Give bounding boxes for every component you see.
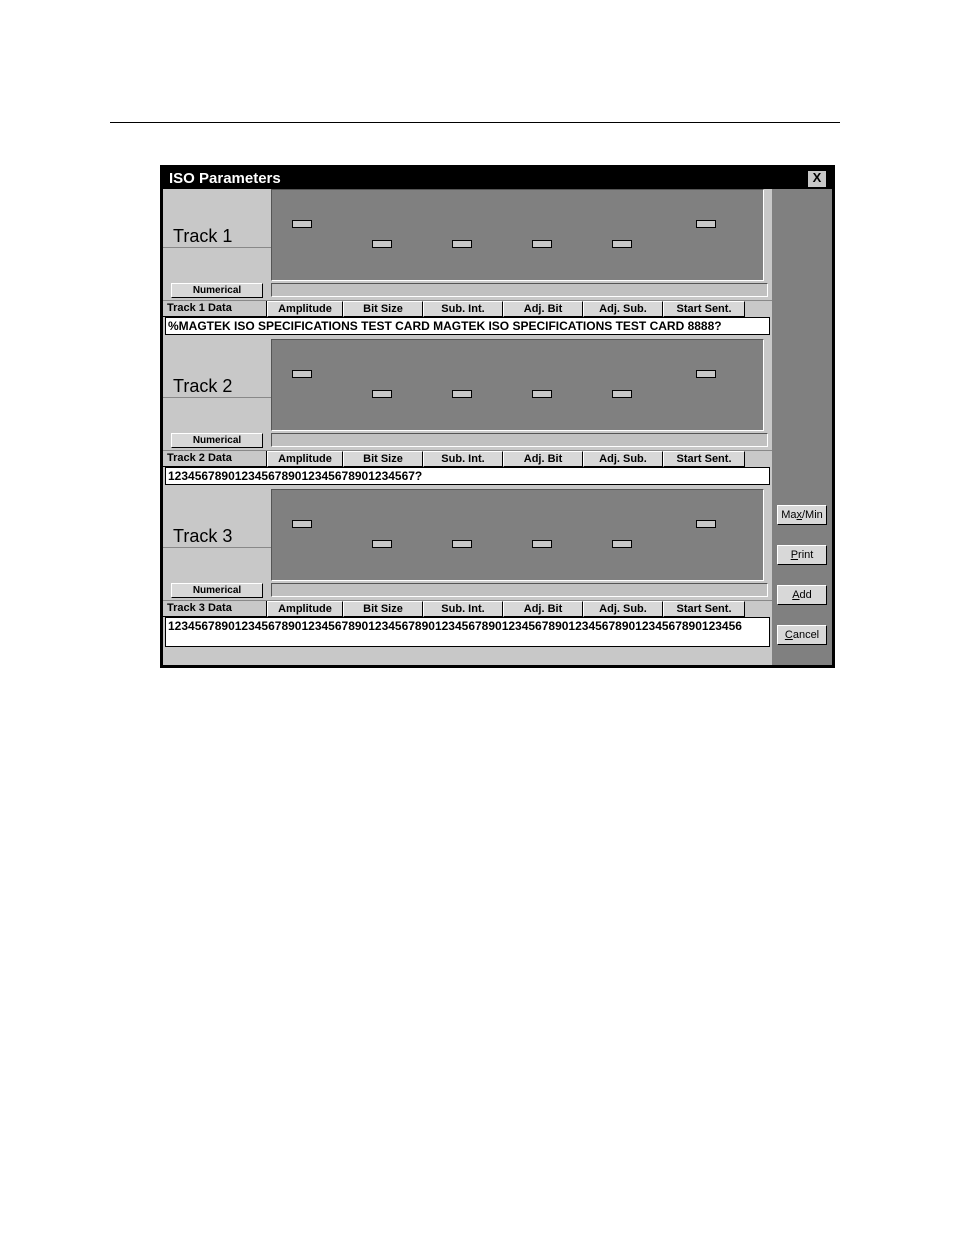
- graph-marker: [532, 240, 552, 248]
- graph-marker: [292, 220, 312, 228]
- col-sub-int[interactable]: Sub. Int.: [423, 301, 503, 317]
- graph-marker: [292, 370, 312, 378]
- col-bit-size[interactable]: Bit Size: [343, 301, 423, 317]
- add-button[interactable]: Add: [777, 585, 827, 605]
- graph-marker: [372, 390, 392, 398]
- col-bit-size[interactable]: Bit Size: [343, 601, 423, 617]
- print-button[interactable]: Print: [777, 545, 827, 565]
- numerical-button-1[interactable]: Numerical: [171, 283, 263, 298]
- dialog-title: ISO Parameters: [169, 170, 281, 187]
- graph-marker: [696, 220, 716, 228]
- col-track-2-data: Track 2 Data: [163, 451, 267, 467]
- track-1-title: Track 1: [163, 222, 271, 248]
- col-adj-sub[interactable]: Adj. Sub.: [583, 601, 663, 617]
- numerical-button-2[interactable]: Numerical: [171, 433, 263, 448]
- header-rule: [110, 122, 840, 123]
- col-adj-sub[interactable]: Adj. Sub.: [583, 301, 663, 317]
- track-3-strip: [271, 583, 768, 597]
- track-3-title: Track 3: [163, 522, 271, 548]
- track-1-strip: [271, 283, 768, 297]
- track-2-headers: Track 2 Data Amplitude Bit Size Sub. Int…: [163, 450, 772, 467]
- t: rint: [798, 549, 813, 561]
- track-1-graph: [271, 189, 764, 281]
- col-adj-sub[interactable]: Adj. Sub.: [583, 451, 663, 467]
- graph-marker: [696, 520, 716, 528]
- col-amplitude[interactable]: Amplitude: [267, 301, 343, 317]
- track-2-strip: [271, 433, 768, 447]
- graph-marker: [612, 240, 632, 248]
- t: dd: [800, 589, 812, 601]
- track-3-headers: Track 3 Data Amplitude Bit Size Sub. Int…: [163, 600, 772, 617]
- col-adj-bit[interactable]: Adj. Bit: [503, 301, 583, 317]
- graph-marker: [292, 520, 312, 528]
- col-start-sent[interactable]: Start Sent.: [663, 301, 745, 317]
- col-start-sent[interactable]: Start Sent.: [663, 451, 745, 467]
- track-1-headers: Track 1 Data Amplitude Bit Size Sub. Int…: [163, 300, 772, 317]
- graph-marker: [452, 240, 472, 248]
- track-1-data: %MAGTEK ISO SPECIFICATIONS TEST CARD MAG…: [165, 317, 770, 335]
- main-panel: Track 1 Numerical: [163, 189, 772, 665]
- t: A: [792, 589, 799, 601]
- col-adj-bit[interactable]: Adj. Bit: [503, 601, 583, 617]
- col-start-sent[interactable]: Start Sent.: [663, 601, 745, 617]
- col-track-1-data: Track 1 Data: [163, 301, 267, 317]
- numerical-button-3[interactable]: Numerical: [171, 583, 263, 598]
- col-sub-int[interactable]: Sub. Int.: [423, 601, 503, 617]
- track-3-data: 1234567890123456789012345678901234567890…: [165, 617, 770, 647]
- track-2-graph: [271, 339, 764, 431]
- col-bit-size[interactable]: Bit Size: [343, 451, 423, 467]
- close-button[interactable]: X: [808, 171, 826, 187]
- graph-marker: [696, 370, 716, 378]
- track-2-title: Track 2: [163, 372, 271, 398]
- col-amplitude[interactable]: Amplitude: [267, 601, 343, 617]
- col-sub-int[interactable]: Sub. Int.: [423, 451, 503, 467]
- t: ancel: [793, 629, 819, 641]
- side-panel: Max/Min Print Add Cancel: [772, 189, 832, 665]
- track-3-block: Track 3 Numerical: [163, 489, 772, 647]
- maxmin-button[interactable]: Max/Min: [777, 505, 827, 525]
- t: Ma: [781, 509, 796, 521]
- graph-marker: [612, 540, 632, 548]
- graph-marker: [452, 390, 472, 398]
- iso-parameters-dialog: ISO Parameters X Track 1: [160, 165, 835, 668]
- t: P: [791, 549, 798, 561]
- graph-marker: [612, 390, 632, 398]
- track-2-data: 1234567890123456789012345678901234567?: [165, 467, 770, 485]
- track-3-graph: [271, 489, 764, 581]
- col-adj-bit[interactable]: Adj. Bit: [503, 451, 583, 467]
- track-1-block: Track 1 Numerical: [163, 189, 772, 335]
- graph-marker: [452, 540, 472, 548]
- graph-marker: [532, 390, 552, 398]
- col-track-3-data: Track 3 Data: [163, 601, 267, 617]
- col-amplitude[interactable]: Amplitude: [267, 451, 343, 467]
- t: /Min: [802, 509, 823, 521]
- t: C: [785, 629, 793, 641]
- cancel-button[interactable]: Cancel: [777, 625, 827, 645]
- graph-marker: [532, 540, 552, 548]
- dialog-titlebar: ISO Parameters X: [163, 168, 832, 189]
- graph-marker: [372, 240, 392, 248]
- track-2-block: Track 2 Numerical: [163, 339, 772, 485]
- graph-marker: [372, 540, 392, 548]
